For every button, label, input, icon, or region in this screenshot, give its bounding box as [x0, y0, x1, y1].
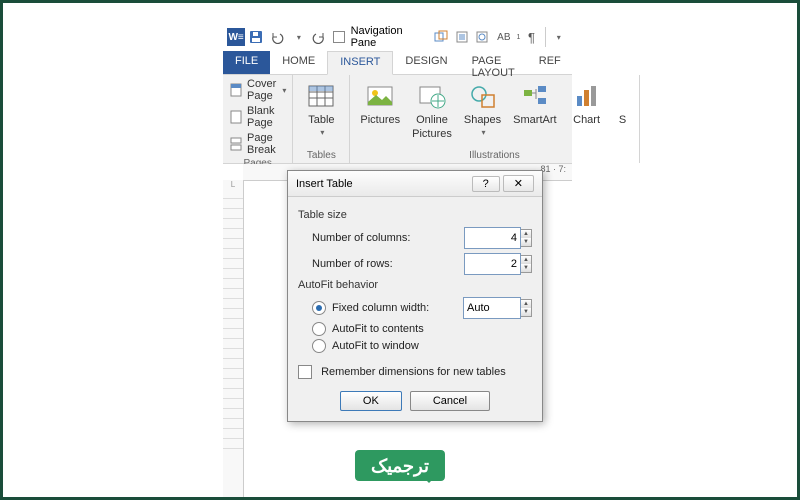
num-columns-label: Number of columns: — [312, 232, 464, 244]
online-pictures-label-2: Pictures — [412, 128, 452, 140]
num-rows-label: Number of rows: — [312, 258, 464, 270]
radio-fixed-width-label: Fixed column width: — [332, 302, 457, 314]
table-button[interactable]: Table ▾ — [299, 78, 343, 148]
save-icon[interactable] — [247, 27, 265, 47]
chart-button[interactable]: Chart — [565, 78, 609, 148]
group-illustrations: Pictures Online Pictures Shapes ▾ SmartA… — [350, 75, 639, 163]
online-pictures-label-1: Online — [416, 114, 448, 126]
radio-autofit-window-label: AutoFit to window — [332, 340, 419, 352]
tarjomic-badge: ترجمیک — [355, 450, 445, 481]
blank-page-icon — [229, 110, 243, 124]
table-size-group-label: Table size — [298, 209, 532, 221]
dialog-close-button[interactable]: ✕ — [503, 175, 534, 192]
cover-page-label: Cover Page — [247, 78, 276, 102]
cover-page-button[interactable]: Cover Page▾ — [229, 78, 286, 102]
radio-autofit-contents[interactable] — [312, 322, 326, 336]
smartart-button[interactable]: SmartArt — [509, 78, 560, 148]
group-illustrations-label: Illustrations — [356, 148, 632, 161]
group-tables-label: Tables — [299, 148, 343, 161]
pictures-label: Pictures — [360, 114, 400, 126]
page-break-icon — [229, 137, 243, 151]
online-pictures-button[interactable]: Online Pictures — [408, 78, 456, 148]
shapes-icon — [467, 80, 499, 112]
table-icon — [305, 80, 337, 112]
rows-down-icon[interactable]: ▼ — [521, 264, 531, 272]
qat-customize-dropdown[interactable]: ▾ — [545, 27, 568, 47]
pictures-button[interactable]: Pictures — [356, 78, 404, 148]
ribbon-tabs: FILE HOME INSERT DESIGN PAGE LAYOUT REF — [223, 51, 572, 75]
word-app-icon: W≡ — [227, 27, 245, 47]
qat-icon-2[interactable] — [453, 27, 471, 47]
group-pages: Cover Page▾ Blank Page Page Break Pages — [223, 75, 293, 163]
online-pictures-icon — [416, 80, 448, 112]
num-rows-spinner[interactable]: ▲▼ — [464, 253, 532, 275]
dialog-title-text: Insert Table — [296, 178, 353, 190]
pictures-icon — [364, 80, 396, 112]
shapes-dropdown-icon: ▾ — [482, 128, 486, 137]
radio-autofit-contents-label: AutoFit to contents — [332, 323, 424, 335]
tab-references[interactable]: REF — [527, 51, 573, 74]
num-columns-input[interactable] — [464, 227, 521, 249]
num-columns-spinner[interactable]: ▲▼ — [464, 227, 532, 249]
blank-page-label: Blank Page — [247, 105, 286, 129]
screenshot-icon — [617, 80, 629, 112]
shapes-label: Shapes — [464, 114, 501, 126]
num-rows-input[interactable] — [464, 253, 521, 275]
page-break-label: Page Break — [247, 132, 286, 156]
qat-icon-1[interactable] — [432, 27, 450, 47]
ab-footnote-label[interactable]: AB — [497, 32, 510, 43]
remember-checkbox[interactable] — [298, 365, 312, 379]
tab-home[interactable]: HOME — [270, 51, 327, 74]
insert-table-dialog: Insert Table ? ✕ Table size Number of co… — [287, 170, 543, 422]
undo-dropdown-icon[interactable]: ▾ — [290, 27, 308, 47]
group-tables: Table ▾ Tables — [293, 75, 350, 163]
remember-label: Remember dimensions for new tables — [321, 366, 506, 378]
table-dropdown-icon: ▾ — [320, 128, 324, 137]
tab-page-layout[interactable]: PAGE LAYOUT — [460, 51, 527, 74]
fixed-width-input[interactable] — [463, 297, 521, 319]
cols-up-icon[interactable]: ▲ — [521, 230, 531, 238]
ruler-vertical[interactable]: L — [223, 180, 244, 500]
cols-down-icon[interactable]: ▼ — [521, 238, 531, 246]
smartart-label: SmartArt — [513, 114, 556, 126]
chart-icon — [571, 80, 603, 112]
fixed-width-spinner[interactable]: ▲▼ — [463, 297, 532, 319]
undo-icon[interactable] — [268, 27, 286, 47]
dialog-help-button[interactable]: ? — [472, 176, 500, 192]
nav-pane-checkbox[interactable] — [330, 27, 348, 47]
dialog-titlebar[interactable]: Insert Table ? ✕ — [288, 171, 542, 197]
fixed-down-icon[interactable]: ▼ — [521, 308, 531, 316]
table-label: Table — [308, 114, 334, 126]
qat-icon-3[interactable] — [473, 27, 491, 47]
tab-design[interactable]: DESIGN — [393, 51, 459, 74]
quick-access-toolbar: W≡ ▾ Navigation Pane AB1 ¶ ▾ — [223, 23, 572, 51]
nav-pane-label: Navigation Pane — [351, 25, 425, 49]
tab-file[interactable]: FILE — [223, 51, 270, 74]
fixed-up-icon[interactable]: ▲ — [521, 300, 531, 308]
rows-up-icon[interactable]: ▲ — [521, 256, 531, 264]
cancel-button[interactable]: Cancel — [410, 391, 490, 411]
tab-insert[interactable]: INSERT — [327, 51, 393, 75]
ok-button[interactable]: OK — [340, 391, 402, 411]
radio-autofit-window[interactable] — [312, 339, 326, 353]
chart-label: Chart — [573, 114, 600, 126]
cover-page-icon — [229, 83, 243, 97]
ribbon: Cover Page▾ Blank Page Page Break Pages … — [223, 75, 572, 164]
radio-fixed-width[interactable] — [312, 301, 326, 315]
redo-icon[interactable] — [310, 27, 328, 47]
shapes-button[interactable]: Shapes ▾ — [460, 78, 505, 148]
blank-page-button[interactable]: Blank Page — [229, 105, 286, 129]
qat-paragraph-icon[interactable]: ¶ — [522, 27, 540, 47]
screenshot-label: S — [619, 114, 626, 126]
smartart-icon — [519, 80, 551, 112]
autofit-group-label: AutoFit behavior — [298, 279, 532, 291]
screenshot-button[interactable]: S — [613, 78, 633, 148]
page-break-button[interactable]: Page Break — [229, 132, 286, 156]
